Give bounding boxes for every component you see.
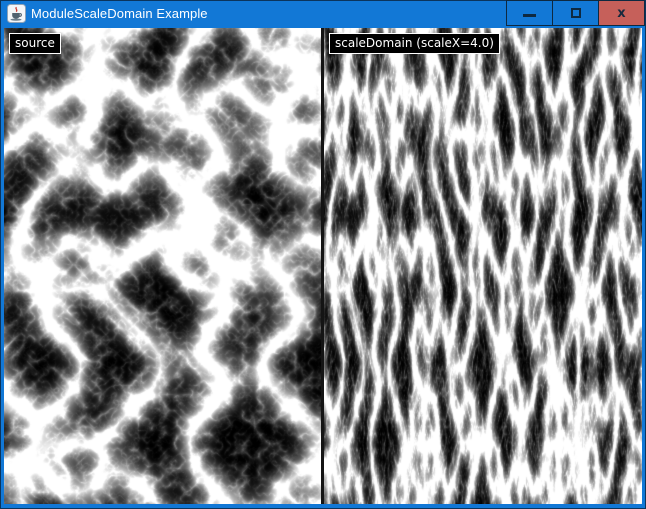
content-area: source scaleDomain (scaleX=4.0) bbox=[4, 28, 642, 504]
scale-domain-label: scaleDomain (scaleX=4.0) bbox=[329, 33, 500, 54]
source-noise-image bbox=[4, 28, 321, 504]
scaled-panel: scaleDomain (scaleX=4.0) bbox=[324, 28, 642, 504]
close-icon: x bbox=[617, 7, 625, 20]
window-controls: x bbox=[507, 0, 645, 26]
title-bar[interactable]: ModuleScaleDomain Example x bbox=[0, 0, 646, 28]
close-button[interactable]: x bbox=[598, 0, 645, 26]
java-coffee-cup-icon bbox=[7, 4, 26, 23]
window-title: ModuleScaleDomain Example bbox=[31, 0, 208, 27]
maximize-button[interactable] bbox=[552, 0, 599, 26]
scaled-noise-image bbox=[324, 28, 642, 504]
minimize-button[interactable] bbox=[506, 0, 553, 26]
minimize-icon bbox=[523, 14, 536, 17]
maximize-icon bbox=[571, 8, 581, 18]
source-label: source bbox=[9, 33, 61, 54]
source-panel: source bbox=[4, 28, 321, 504]
application-window: ModuleScaleDomain Example x source scale… bbox=[0, 0, 646, 509]
